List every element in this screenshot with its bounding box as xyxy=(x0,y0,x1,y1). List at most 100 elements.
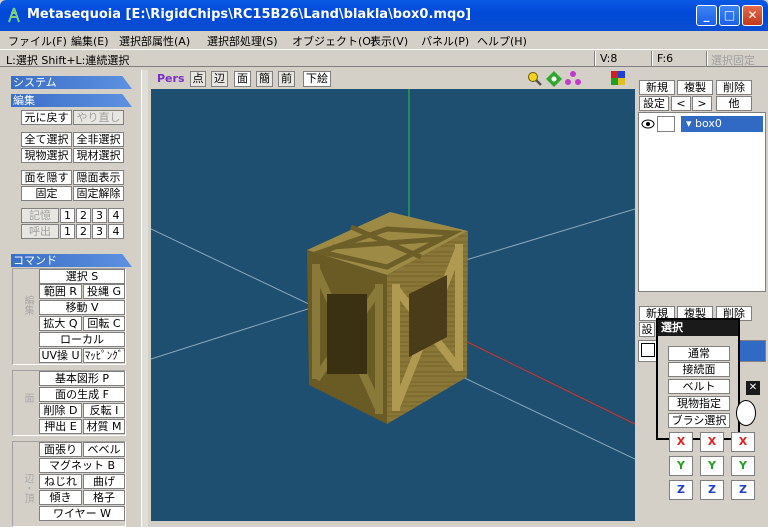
rotate-view-icon[interactable] xyxy=(565,71,581,87)
recall-slot-2[interactable]: 2 xyxy=(76,224,91,239)
show-points-button[interactable]: 点 xyxy=(190,71,206,87)
3d-viewport[interactable] xyxy=(151,89,635,521)
bevel-button[interactable]: ベベル xyxy=(83,442,125,457)
pan-icon[interactable] xyxy=(546,71,562,87)
crate-model[interactable] xyxy=(307,212,468,424)
unfix-button[interactable]: 固定解除 xyxy=(73,186,124,201)
stretch-face-button[interactable]: 面張り xyxy=(39,442,82,457)
scene[interactable] xyxy=(151,89,635,521)
section-edit[interactable]: 編集 xyxy=(11,94,132,107)
object-row[interactable]: ▾ box0 xyxy=(641,116,763,132)
z-axis-toggle-3[interactable]: Z xyxy=(731,480,755,500)
x-axis-toggle-3[interactable]: X xyxy=(731,432,755,452)
select-current-object-button[interactable]: 現物選択 xyxy=(21,148,72,163)
magnet-button[interactable]: マグネット B xyxy=(39,458,125,473)
y-axis-toggle[interactable]: Y xyxy=(669,456,693,476)
undo-button[interactable]: 元に戻す xyxy=(21,110,72,125)
tilt-button[interactable]: 傾き xyxy=(39,490,82,505)
minimize-button[interactable]: _ xyxy=(696,5,717,26)
menu-panel[interactable]: パネル(P) xyxy=(421,33,469,49)
memory-button[interactable]: 記憶 xyxy=(21,208,59,223)
z-axis-toggle-2[interactable]: Z xyxy=(700,480,724,500)
close-button[interactable]: ✕ xyxy=(742,5,763,26)
panel-scrollbar[interactable] xyxy=(141,70,148,527)
object-other-button[interactable]: 他 xyxy=(716,96,752,111)
lattice-button[interactable]: 格子 xyxy=(83,490,125,505)
maximize-button[interactable]: □ xyxy=(719,5,740,26)
next-object-button[interactable]: > xyxy=(692,96,712,111)
show-edges-button[interactable]: 辺 xyxy=(211,71,228,87)
memory-slot-4[interactable]: 4 xyxy=(108,208,124,223)
menu-sel-attr[interactable]: 選択部属性(A) xyxy=(119,33,190,49)
local-tool-button[interactable]: ローカル xyxy=(39,332,125,347)
section-system[interactable]: システム xyxy=(11,76,132,89)
menu-sel-proc[interactable]: 選択部処理(S) xyxy=(207,33,278,49)
hide-faces-button[interactable]: 面を隠す xyxy=(21,170,72,185)
lasso-tool-button[interactable]: 投縄 G xyxy=(83,284,125,299)
x-axis-toggle-2[interactable]: X xyxy=(700,432,724,452)
object-name[interactable]: ▾ box0 xyxy=(681,116,763,132)
material-tool-button[interactable]: 材質 M xyxy=(83,419,125,434)
menu-edit[interactable]: 編集(E) xyxy=(71,33,109,49)
circle-toggle[interactable] xyxy=(736,400,756,426)
menu-view[interactable]: 表示(V) xyxy=(370,33,408,49)
y-axis-toggle-2[interactable]: Y xyxy=(700,456,724,476)
bend-button[interactable]: 曲げ xyxy=(83,474,125,489)
prev-object-button[interactable]: < xyxy=(671,96,691,111)
y-axis-toggle-3[interactable]: Y xyxy=(731,456,755,476)
section-command[interactable]: コマンド xyxy=(11,254,132,267)
select-tool-button[interactable]: 選択 S xyxy=(39,269,125,284)
main-window: Metasequoia [E:\RigidChips\RC15B26\Land\… xyxy=(0,0,768,527)
select-normal-button[interactable]: 通常 xyxy=(668,346,730,361)
memory-slot-2[interactable]: 2 xyxy=(76,208,91,223)
recall-slot-1[interactable]: 1 xyxy=(60,224,75,239)
duplicate-object-button[interactable]: 複製 xyxy=(677,80,713,95)
fix-button[interactable]: 固定 xyxy=(21,186,72,201)
view-layout-icon[interactable] xyxy=(611,71,625,85)
new-object-button[interactable]: 新規 xyxy=(639,80,675,95)
memory-slot-3[interactable]: 3 xyxy=(92,208,107,223)
redo-button[interactable]: やり直し xyxy=(73,110,124,125)
zoom-icon[interactable] xyxy=(527,71,543,87)
uv-tool-button[interactable]: UV操 U xyxy=(39,348,82,363)
eye-icon[interactable] xyxy=(641,117,655,131)
rotate-tool-button[interactable]: 回転 C xyxy=(83,316,125,331)
recall-slot-4[interactable]: 4 xyxy=(108,224,124,239)
simple-mode-button[interactable]: 簡 xyxy=(256,71,273,87)
deselect-all-button[interactable]: 全非選択 xyxy=(73,132,124,147)
perspective-toggle[interactable]: Pers xyxy=(157,72,185,85)
recall-slot-3[interactable]: 3 xyxy=(92,224,107,239)
flip-tool-button[interactable]: 反転 I xyxy=(83,403,125,418)
menu-file[interactable]: ファイル(F) xyxy=(8,33,67,49)
scale-tool-button[interactable]: 拡大 Q xyxy=(39,316,82,331)
lock-toggle[interactable] xyxy=(657,116,675,132)
show-hidden-button[interactable]: 隠面表示 xyxy=(73,170,124,185)
object-settings-button[interactable]: 設定 xyxy=(639,96,669,111)
delete-tool-button[interactable]: 削除 D xyxy=(39,403,82,418)
generate-face-button[interactable]: 面の生成 F xyxy=(39,387,125,402)
show-faces-button[interactable]: 面 xyxy=(234,71,251,87)
recall-button[interactable]: 呼出 xyxy=(21,224,59,239)
twist-button[interactable]: ねじれ xyxy=(39,474,82,489)
material-settings-button[interactable]: 設 xyxy=(639,322,655,337)
select-connected-button[interactable]: 接続面 xyxy=(668,362,730,377)
front-view-button[interactable]: 前 xyxy=(278,71,295,87)
menu-help[interactable]: ヘルプ(H) xyxy=(477,33,527,49)
range-tool-button[interactable]: 範囲 R xyxy=(39,284,82,299)
extrude-tool-button[interactable]: 押出 E xyxy=(39,419,82,434)
move-tool-button[interactable]: 移動 V xyxy=(39,300,125,315)
select-all-button[interactable]: 全て選択 xyxy=(21,132,72,147)
wire-button[interactable]: ワイヤー W xyxy=(39,506,125,521)
memory-slot-1[interactable]: 1 xyxy=(60,208,75,223)
x-axis-toggle[interactable]: X xyxy=(669,432,693,452)
selection-lock[interactable]: 選択固定 xyxy=(711,52,755,68)
primitive-shape-button[interactable]: 基本図形 P xyxy=(39,371,125,386)
close-icon[interactable]: ✕ xyxy=(746,381,760,395)
select-current-material-button[interactable]: 現材選択 xyxy=(73,148,124,163)
delete-object-button[interactable]: 削除 xyxy=(716,80,752,95)
menu-object[interactable]: オブジェクト(O) xyxy=(292,33,375,49)
z-axis-toggle[interactable]: Z xyxy=(669,480,693,500)
material-swatch[interactable] xyxy=(641,343,655,357)
underlay-button[interactable]: 下絵 xyxy=(303,71,331,87)
mapping-tool-button[interactable]: ﾏｯﾋﾟﾝｸﾞ xyxy=(83,348,125,363)
